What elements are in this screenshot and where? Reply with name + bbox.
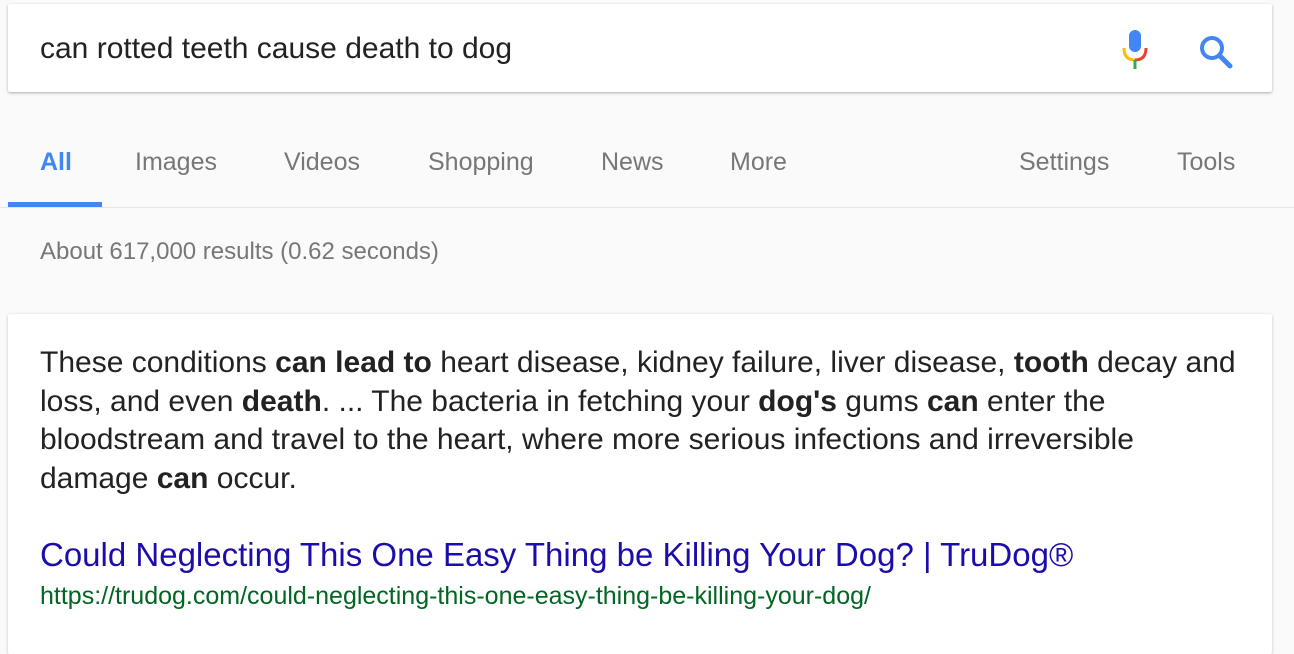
snippet-bold-term: dog's bbox=[758, 384, 837, 418]
snippet-text-segment: heart disease, kidney failure, liver dis… bbox=[431, 346, 1014, 379]
tab-more[interactable]: More bbox=[730, 148, 787, 177]
snippet-bold-term: death bbox=[241, 384, 322, 418]
search-icon[interactable] bbox=[1196, 32, 1236, 72]
result-title-link[interactable]: Could Neglecting This One Easy Thing be … bbox=[40, 536, 1073, 574]
snippet-text-segment: occur. bbox=[208, 461, 297, 495]
active-tab-indicator bbox=[8, 202, 102, 207]
tab-shopping[interactable]: Shopping bbox=[428, 148, 534, 177]
microphone-icon[interactable] bbox=[1120, 28, 1150, 72]
tab-images[interactable]: Images bbox=[135, 148, 217, 177]
search-input[interactable] bbox=[40, 28, 1100, 70]
tools-link[interactable]: Tools bbox=[1177, 148, 1235, 177]
snippet-text-segment: gums bbox=[836, 384, 927, 418]
snippet-bold-term: can bbox=[927, 384, 979, 418]
result-stats: About 617,000 results (0.62 seconds) bbox=[40, 238, 439, 265]
tab-news[interactable]: News bbox=[601, 148, 664, 177]
search-box bbox=[8, 4, 1272, 92]
featured-snippet-text: These conditions can lead to heart disea… bbox=[40, 344, 1240, 498]
tab-videos[interactable]: Videos bbox=[284, 148, 360, 177]
snippet-bold-term: tooth bbox=[1013, 346, 1089, 379]
snippet-bold-term: can bbox=[156, 461, 209, 495]
snippet-text-segment: These conditions bbox=[40, 346, 276, 379]
tab-all[interactable]: All bbox=[40, 148, 72, 177]
settings-link[interactable]: Settings bbox=[1019, 148, 1109, 177]
featured-snippet-card: These conditions can lead to heart disea… bbox=[8, 314, 1272, 654]
snippet-bold-term: can lead to bbox=[275, 346, 432, 379]
snippet-text-segment: . ... The bacteria in fetching your bbox=[321, 384, 759, 418]
result-url: https://trudog.com/could-neglecting-this… bbox=[40, 582, 871, 610]
search-tabs-bar: All Images Videos Shopping News More Set… bbox=[0, 118, 1294, 208]
